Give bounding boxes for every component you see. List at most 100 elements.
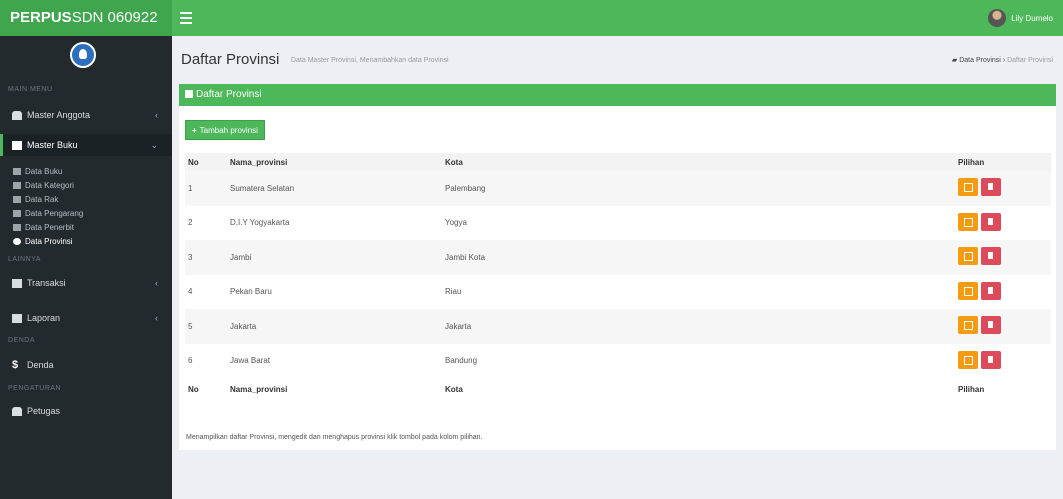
delete-button[interactable]: [981, 281, 1001, 300]
edit-button[interactable]: [958, 281, 978, 300]
edit-button[interactable]: [958, 212, 978, 231]
sidebar-subitem-label: Data Rak: [25, 194, 59, 204]
box-header: Daftar Provinsi: [179, 84, 1056, 106]
breadcrumb-link[interactable]: Data Provinsi: [959, 57, 1001, 64]
breadcrumb-current: Daftar Provinsi: [1007, 57, 1053, 64]
delete-button[interactable]: [981, 316, 1001, 335]
chevron-down-icon: ⌄: [150, 139, 158, 150]
dollar-icon: $: [12, 358, 19, 371]
cell-kota: Bandung: [445, 356, 478, 366]
table-row: 5 Jakarta Jakarta: [185, 309, 1051, 344]
tags-icon: [13, 181, 21, 189]
sidebar-item-laporan[interactable]: Laporan ‹: [0, 307, 172, 329]
cell-provinsi: Jambi: [230, 240, 445, 275]
user-name: Lily Dumelo: [1011, 13, 1053, 23]
sidebar-item-label: Laporan: [27, 313, 61, 323]
cell-provinsi: Jawa Barat: [230, 356, 271, 366]
cell-actions: [958, 275, 1051, 310]
cell-provinsi: Jakarta: [230, 309, 445, 344]
cell-kota: Riau: [445, 287, 462, 297]
pen-icon: [13, 209, 21, 217]
sidebar-item-denda[interactable]: $ Denda: [0, 354, 172, 376]
table-row: 4 Pekan Baru Riau: [185, 275, 1051, 310]
delete-button[interactable]: [981, 178, 1001, 197]
cell-actions: [958, 240, 1051, 275]
table-row: 2 D.I.Y Yogyakarta Yogya: [185, 206, 1051, 241]
cell-provinsi: D.I.Y Yogyakarta: [230, 218, 290, 228]
cell-actions: [958, 309, 1051, 344]
chevron-left-icon: ‹: [155, 278, 158, 288]
school-logo: [70, 42, 96, 68]
breadcrumb: ▰ Data Provinsi › Daftar Provinsi: [951, 57, 1053, 64]
sidebar-subitem-data-kategori[interactable]: Data Kategori: [0, 178, 172, 192]
sidebar-header-lainnya: LAINNYA: [8, 256, 41, 263]
cell-actions: [958, 171, 1051, 206]
sidebar-subitem-label: Data Penerbit: [25, 222, 74, 232]
page-title: Daftar Provinsi: [181, 51, 280, 68]
cell-kota: Jambi Kota: [445, 240, 958, 275]
sidebar-subitem-data-penerbit[interactable]: Data Penerbit: [0, 220, 172, 234]
shelf-icon: [13, 195, 21, 203]
sidebar-header-main: MAIN MENU: [8, 86, 53, 93]
col-pilihan[interactable]: Pilihan: [958, 153, 1051, 171]
cell-no: 5: [185, 309, 230, 344]
brand-bold: PERPUS: [10, 9, 72, 26]
app-logo[interactable]: PERPUSSDN 060922: [0, 0, 172, 36]
delete-button[interactable]: [981, 350, 1001, 369]
cell-kota: Jakarta: [445, 309, 958, 344]
sidebar-item-label: Transaksi: [27, 278, 66, 288]
cell-kota: Yogya: [445, 218, 467, 228]
sidebar-item-master-anggota[interactable]: Master Anggota ‹: [0, 104, 172, 126]
cell-no: 1: [185, 171, 230, 206]
edit-button[interactable]: [958, 316, 978, 335]
transaction-icon: [12, 278, 22, 288]
cell-no: 4: [188, 287, 193, 297]
report-icon: [12, 313, 22, 323]
sidebar-subitem-label: Data Pengarang: [25, 208, 84, 218]
sidebar-item-master-buku[interactable]: Master Buku ⌄: [0, 134, 172, 156]
avatar: [988, 9, 1007, 27]
table-header-row: No Nama_provinsi Kota Pilihan: [185, 153, 1051, 171]
cell-actions: [958, 344, 1051, 379]
edit-button[interactable]: [958, 350, 978, 369]
cell-provinsi: Sumatera Selatan: [230, 171, 445, 206]
provinsi-box: Daftar Provinsi + Tambah provinsi No Nama…: [179, 84, 1056, 450]
menu-toggle-icon[interactable]: [180, 12, 192, 24]
table-row: 1 Sumatera Selatan Palembang: [185, 171, 1051, 206]
top-navbar: PERPUSSDN 060922 Lily Dumelo: [0, 0, 1063, 36]
sidebar-item-petugas[interactable]: Petugas: [0, 400, 172, 422]
book-icon: [185, 90, 193, 98]
building-icon: [13, 223, 21, 231]
table-row: 6 Jawa Barat Bandung: [185, 344, 1051, 379]
delete-button[interactable]: [981, 247, 1001, 266]
users-icon: [12, 110, 22, 120]
box-title: Daftar Provinsi: [196, 89, 262, 100]
edit-button[interactable]: [958, 247, 978, 266]
user-menu[interactable]: Lily Dumelo: [988, 8, 1053, 28]
sidebar-item-label: Petugas: [27, 406, 61, 416]
add-provinsi-button[interactable]: + Tambah provinsi: [185, 120, 265, 140]
cell-provinsi: Pekan Baru: [230, 287, 272, 297]
sidebar-item-transaksi[interactable]: Transaksi ‹: [0, 272, 172, 294]
sidebar-header-pengaturan: PENGATURAN: [8, 385, 62, 392]
add-provinsi-label: Tambah provinsi: [199, 126, 258, 135]
cell-no: 2: [188, 218, 193, 228]
col-nama-provinsi[interactable]: Nama_provinsi: [230, 153, 445, 171]
col-no[interactable]: No: [185, 153, 230, 171]
table-row: 3 Jambi Jambi Kota: [185, 240, 1051, 275]
sidebar-subitem-data-rak[interactable]: Data Rak: [0, 192, 172, 206]
col-kota[interactable]: Kota: [445, 153, 958, 171]
brand-rest: SDN 060922: [71, 9, 158, 26]
cell-actions: [958, 206, 1051, 241]
sidebar-subitem-data-provinsi[interactable]: Data Provinsi: [0, 234, 172, 248]
sidebar-subitem-data-buku[interactable]: Data Buku: [0, 164, 172, 178]
table-footer-row: No Nama_provinsi Kota Pilihan: [185, 378, 1051, 400]
book-icon: [13, 167, 21, 175]
sidebar-subitem-data-pengarang[interactable]: Data Pengarang: [0, 206, 172, 220]
plus-icon: +: [192, 126, 197, 135]
col-kota: Kota: [445, 378, 958, 400]
globe-icon: [13, 237, 21, 245]
edit-button[interactable]: [958, 178, 978, 197]
delete-button[interactable]: [981, 212, 1001, 231]
chevron-left-icon: ‹: [155, 313, 158, 323]
